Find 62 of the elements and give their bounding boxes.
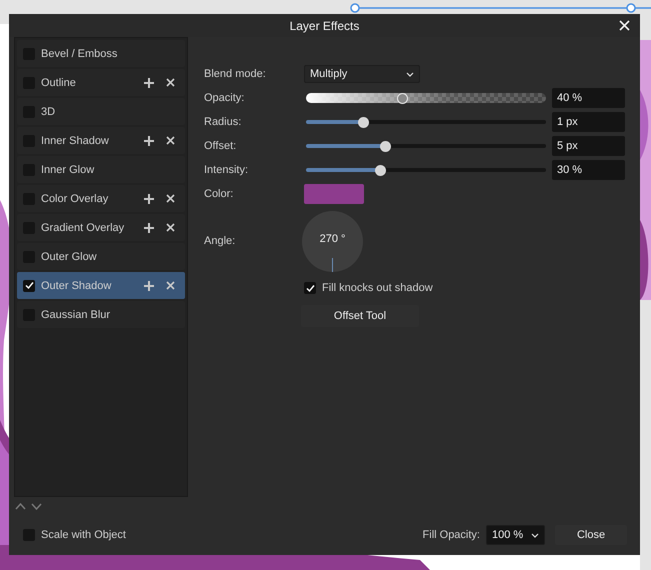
color-swatch[interactable]	[304, 184, 364, 204]
effect-label: Outer Shadow	[41, 280, 112, 292]
effect-label: Bevel / Emboss	[41, 48, 118, 60]
close-icon[interactable]	[619, 20, 630, 31]
add-icon[interactable]	[144, 222, 154, 232]
move-up-icon[interactable]	[15, 503, 26, 510]
remove-icon[interactable]	[166, 136, 175, 145]
checkbox[interactable]	[304, 282, 316, 294]
effect-item[interactable]: 3D	[17, 98, 185, 125]
remove-icon[interactable]	[166, 194, 175, 203]
value-field[interactable]: 1 px	[552, 112, 625, 132]
move-down-icon[interactable]	[31, 503, 42, 510]
add-icon[interactable]	[144, 136, 154, 146]
value-field[interactable]: 40 %	[552, 88, 625, 108]
effect-item[interactable]: Inner Shadow	[17, 127, 185, 154]
field-label: Angle:	[204, 235, 236, 247]
effect-label: Gaussian Blur	[41, 308, 112, 320]
checkbox-label: Scale with Object	[41, 529, 126, 541]
slider[interactable]	[306, 93, 546, 103]
checkbox[interactable]	[23, 280, 35, 292]
checkbox-label: Fill knocks out shadow	[322, 282, 433, 294]
effect-item[interactable]: Gaussian Blur	[17, 301, 185, 328]
effect-label: Inner Glow	[41, 164, 96, 176]
effect-label: Outline	[41, 76, 77, 88]
effect-label: Outer Glow	[41, 250, 98, 262]
window-title: Layer Effects	[290, 18, 360, 32]
effect-item[interactable]: Bevel / Emboss	[17, 40, 185, 67]
add-icon[interactable]	[144, 280, 154, 290]
effect-label: Color Overlay	[41, 192, 110, 204]
value-field[interactable]: 5 px	[552, 136, 625, 156]
slider-thumb[interactable]	[374, 164, 386, 176]
effect-label: Gradient Overlay	[41, 222, 126, 234]
effect-item[interactable]: Color Overlay	[17, 185, 185, 212]
blend-mode-dropdown[interactable]: Multiply	[304, 65, 420, 83]
effect-item[interactable]: Outer Shadow	[17, 272, 185, 299]
effect-label: 3D	[41, 106, 56, 118]
add-icon[interactable]	[144, 78, 154, 88]
remove-icon[interactable]	[166, 281, 175, 290]
fill-opacity-dropdown[interactable]: 100 %	[486, 525, 545, 545]
add-icon[interactable]	[144, 194, 154, 204]
remove-icon[interactable]	[166, 78, 175, 87]
field-label: Intensity:	[204, 164, 250, 176]
value-field[interactable]: 30 %	[552, 160, 625, 180]
effect-item[interactable]: Outline	[17, 69, 185, 96]
effect-label: Inner Shadow	[41, 134, 110, 146]
field-label: Fill Opacity:	[422, 529, 480, 541]
angle-dial[interactable]: 270 °	[302, 210, 363, 272]
effect-item[interactable]: Outer Glow	[17, 243, 185, 270]
effect-item[interactable]: Inner Glow	[17, 156, 185, 183]
slider-thumb[interactable]	[380, 140, 391, 152]
field-label: Opacity:	[204, 92, 246, 104]
caret-icon	[406, 72, 414, 76]
caret-icon	[531, 532, 539, 538]
effect-item[interactable]: Gradient Overlay	[17, 214, 185, 241]
slider-thumb[interactable]	[396, 92, 408, 104]
close-button[interactable]: Close	[555, 525, 627, 545]
field-label: Blend mode:	[204, 68, 267, 80]
slider-thumb[interactable]	[358, 116, 370, 128]
remove-icon[interactable]	[166, 223, 175, 232]
field-label: Color:	[204, 188, 234, 200]
field-label: Offset:	[204, 140, 238, 152]
field-label: Radius:	[204, 116, 242, 128]
